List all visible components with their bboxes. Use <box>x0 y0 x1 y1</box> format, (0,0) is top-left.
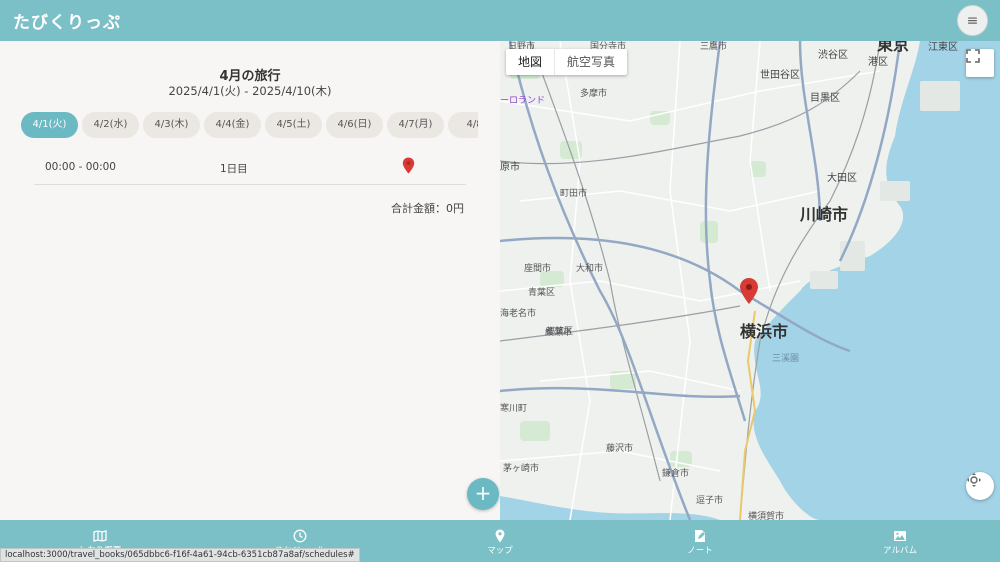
schedule-label: 1日目 <box>220 163 248 175</box>
map-label: 渋谷区 <box>818 50 848 61</box>
map-label: 都筑区 <box>546 327 574 337</box>
map-label: 大田区 <box>827 173 857 184</box>
hamburger-icon: ≡ <box>966 12 979 29</box>
map-label: 川崎市 <box>800 205 849 224</box>
date-tab[interactable]: 4/1(火) <box>21 112 78 138</box>
map-pin-icon[interactable] <box>402 157 415 177</box>
map-label: 世田谷区 <box>760 70 800 81</box>
nav-item-note[interactable]: ノート <box>600 520 800 562</box>
total-amount: 合計金額：0円 <box>391 202 464 215</box>
map-type-roadmap-button[interactable]: 地図 <box>506 49 554 75</box>
map-pin-icon <box>495 529 505 543</box>
map-label: 町田市 <box>560 189 588 199</box>
trip-title: 4月の旅行 <box>219 69 281 84</box>
map-label: 三溪園 <box>772 354 800 364</box>
book-icon <box>93 530 107 542</box>
schedule-row[interactable]: 00:00 - 00:00 1日目 <box>34 151 466 185</box>
nav-item-map[interactable]: マップ <box>400 520 600 562</box>
map-recenter-button[interactable] <box>966 472 994 500</box>
map-label: 寒川町 <box>500 404 528 414</box>
trip-date-range: 2025/4/1(火) - 2025/4/10(木) <box>168 84 332 98</box>
map-type-toggle: 地図 航空写真 <box>506 49 628 75</box>
map-label: 茅ヶ崎市 <box>503 464 540 474</box>
map-label: 三鷹市 <box>700 42 728 52</box>
add-schedule-button[interactable]: + <box>467 478 499 510</box>
nav-label: ノート <box>687 546 713 556</box>
menu-button[interactable]: ≡ <box>957 5 988 36</box>
status-url: localhost:3000/travel_books/065dbbc6-f16… <box>0 548 360 562</box>
app-logo[interactable]: たびくりっぷ <box>13 8 121 33</box>
date-tab[interactable]: 4/6(日) <box>326 112 383 138</box>
map-label: 港区 <box>868 57 888 68</box>
map-label: 目黒区 <box>810 93 840 104</box>
fullscreen-icon <box>966 49 980 63</box>
schedule-panel: 4月の旅行 2025/4/1(火) - 2025/4/10(木) 4/1(火) 4… <box>0 41 500 520</box>
map-view[interactable]: 川崎市 横浜市 大田区 世田谷区 目黒区 渋谷区 港区 江東区 東京 町田市 座… <box>500 41 1000 520</box>
date-tab[interactable]: 4/7(月) <box>387 112 444 138</box>
clock-icon <box>293 529 307 543</box>
map-label: ーロランド <box>500 96 546 106</box>
map-label: 多摩市 <box>580 89 608 99</box>
map-label: 青葉区 <box>528 288 556 298</box>
date-tab[interactable]: 4/2(水) <box>82 112 139 138</box>
map-label: 藤沢市 <box>606 444 634 454</box>
map-label: 座間市 <box>524 264 552 274</box>
map-label: 逗子市 <box>696 496 724 506</box>
date-tab[interactable]: 4/3(木) <box>143 112 200 138</box>
image-icon <box>894 531 906 541</box>
nav-label: アルバム <box>883 546 917 556</box>
move-icon <box>967 473 981 487</box>
map-label: 大和市 <box>576 264 604 274</box>
map-label: 江東区 <box>928 42 958 53</box>
note-icon <box>695 530 705 542</box>
date-tab[interactable]: 4/8( <box>448 112 478 138</box>
map-label: 横須賀市 <box>748 512 785 520</box>
date-tab[interactable]: 4/4(金) <box>204 112 261 138</box>
map-label: 鎌倉市 <box>662 469 690 479</box>
map-label: 東京 <box>877 41 910 54</box>
date-tab-bar: 4/1(火) 4/2(水) 4/3(木) 4/4(金) 4/5(土) 4/6(日) 4/7(… <box>21 112 478 138</box>
date-tab[interactable]: 4/5(土) <box>265 112 322 138</box>
map-label: 横浜市 <box>740 322 789 341</box>
fullscreen-button[interactable] <box>966 49 994 77</box>
map-canvas <box>500 41 1000 520</box>
map-label: 原市 <box>500 162 520 173</box>
app-header: たびくりっぷ ≡ <box>0 0 1000 41</box>
schedule-time: 00:00 - 00:00 <box>45 161 116 173</box>
map-type-satellite-button[interactable]: 航空写真 <box>554 49 627 75</box>
nav-label: マップ <box>487 546 513 556</box>
nav-item-album[interactable]: アルバム <box>800 520 1000 562</box>
map-label: 海老名市 <box>500 309 537 319</box>
